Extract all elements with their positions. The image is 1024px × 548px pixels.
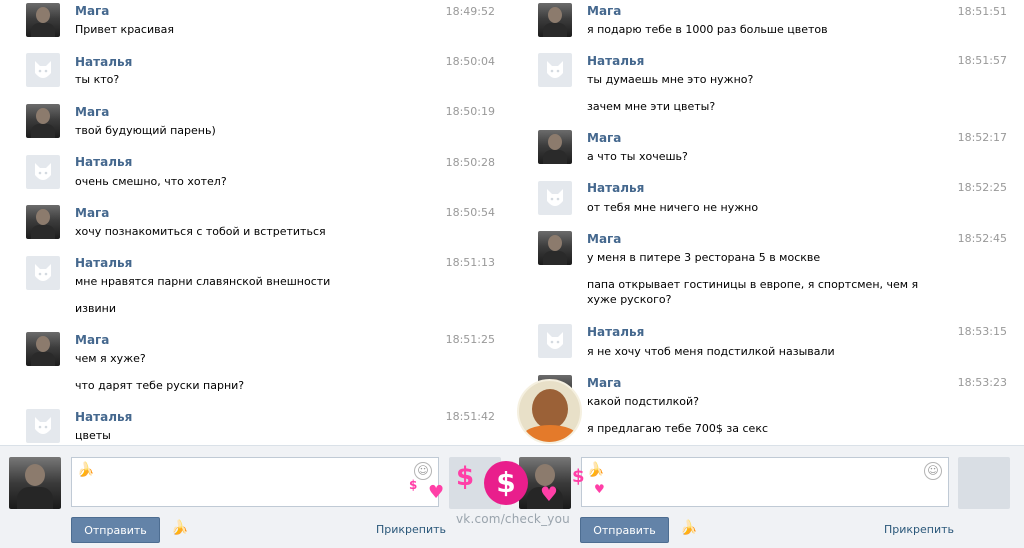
heart-deco-icon: ♥ — [428, 482, 445, 503]
author-name[interactable]: Мага — [587, 4, 621, 18]
banana-icon[interactable]: 🍌 — [171, 520, 188, 536]
dollar-deco-icon: $ — [409, 478, 418, 492]
author-name[interactable]: Мага — [587, 131, 621, 145]
chat-column-right: Мага 18:51:51 я подарю тебе в 1000 раз б… — [512, 0, 1024, 445]
message-text: что дарят тебе руски парни? — [75, 379, 245, 392]
vk-dog-avatar-icon[interactable] — [538, 181, 572, 215]
avatar-maga[interactable] — [26, 205, 60, 239]
vk-dog-avatar-icon[interactable] — [538, 324, 572, 358]
message-text: цветы — [75, 429, 111, 442]
avatar-maga[interactable] — [26, 104, 60, 138]
message-text: я предлагаю тебе 700$ за секс — [587, 422, 769, 435]
message-time: 18:52:25 — [957, 181, 1007, 194]
author-name[interactable]: Наталья — [587, 54, 644, 68]
cartoon-face-sticker — [517, 379, 582, 444]
message-time: 18:52:45 — [957, 232, 1007, 245]
author-name[interactable]: Мага — [75, 105, 109, 119]
author-name[interactable]: Наталья — [75, 256, 132, 270]
banana-icon: 🍌 — [77, 462, 95, 478]
attach-link[interactable]: Прикрепить — [884, 523, 954, 536]
message-text: я не хочу чтоб меня подстилкой называли — [587, 345, 835, 358]
banana-icon: 🍌 — [587, 462, 605, 478]
message-text: от тебя мне ничего не нужно — [587, 201, 759, 214]
message-text: а что ты хочешь? — [587, 150, 688, 163]
message-text: твой будующий парень) — [75, 124, 216, 137]
author-name[interactable]: Наталья — [75, 410, 132, 424]
message-time: 18:53:15 — [957, 325, 1007, 338]
message-time: 18:50:28 — [445, 156, 495, 169]
author-name[interactable]: Мага — [75, 4, 109, 18]
message-text: какой подстилкой? — [587, 395, 699, 408]
message-text: ты кто? — [75, 73, 120, 86]
message-text: мне нравятся парни славянской внешности — [75, 275, 331, 288]
vk-dog-avatar-icon[interactable] — [26, 256, 60, 290]
message-time: 18:51:57 — [957, 54, 1007, 67]
message-time: 18:50:04 — [445, 55, 495, 68]
author-name[interactable]: Наталья — [587, 325, 644, 339]
author-name[interactable]: Наталья — [587, 181, 644, 195]
message-time: 18:53:23 — [957, 376, 1007, 389]
author-name[interactable]: Мага — [75, 206, 109, 220]
message-time: 18:51:25 — [445, 333, 495, 346]
vk-dog-avatar-icon[interactable] — [958, 457, 1010, 509]
vk-dog-avatar-icon[interactable] — [538, 53, 572, 87]
avatar-maga[interactable] — [538, 130, 572, 164]
message-time: 18:50:54 — [445, 206, 495, 219]
message-text: очень смешно, что хотел? — [75, 175, 227, 188]
author-name[interactable]: Мага — [587, 376, 621, 390]
vk-dog-avatar-icon[interactable] — [26, 155, 60, 189]
message-time: 18:49:52 — [445, 5, 495, 18]
watermark: vk.com/check_you — [456, 512, 570, 526]
message-text: чем я хуже? — [75, 352, 146, 365]
message-text: ты думаешь мне это нужно? — [587, 73, 754, 86]
message-text: я подарю тебе в 1000 раз больше цветов — [587, 23, 828, 36]
smiley-icon[interactable]: ☺ — [924, 462, 942, 480]
send-button[interactable]: Отправить — [580, 517, 669, 543]
dollar-sign-icon: $ — [484, 461, 528, 505]
author-name[interactable]: Мага — [75, 333, 109, 347]
message-time: 18:51:42 — [445, 410, 495, 423]
chat-column-left: Мага 18:49:52 Привет красивая Наталья 18… — [0, 0, 513, 445]
message-text: у меня в питере 3 ресторана 5 в москве — [587, 251, 821, 264]
heart-deco-icon: ♥ — [594, 482, 605, 496]
avatar-maga[interactable] — [538, 231, 572, 265]
message-text: зачем мне эти цветы? — [587, 100, 716, 113]
author-name[interactable]: Наталья — [75, 55, 132, 69]
dollar-deco-icon: $ — [456, 462, 475, 492]
send-button[interactable]: Отправить — [71, 517, 160, 543]
message-text: извини — [75, 302, 116, 315]
my-avatar[interactable] — [9, 457, 61, 509]
vk-dog-avatar-icon[interactable] — [26, 53, 60, 87]
vk-dog-avatar-icon[interactable] — [26, 409, 60, 443]
banana-icon[interactable]: 🍌 — [680, 520, 697, 536]
heart-deco-icon: ♥ — [540, 482, 558, 506]
message-time: 18:51:13 — [445, 256, 495, 269]
message-text: хочу познакомиться с тобой и встретиться — [75, 225, 326, 238]
attach-link[interactable]: Прикрепить — [376, 523, 446, 536]
message-time: 18:51:51 — [957, 5, 1007, 18]
message-input[interactable]: 🍌 ☺ — [71, 457, 439, 507]
avatar-maga[interactable] — [538, 3, 572, 37]
author-name[interactable]: Наталья — [75, 155, 132, 169]
message-time: 18:52:17 — [957, 131, 1007, 144]
dollar-deco-icon: $ — [572, 466, 585, 487]
message-input[interactable]: 🍌 ☺ — [581, 457, 949, 507]
avatar-maga[interactable] — [26, 3, 60, 37]
message-time: 18:50:19 — [445, 105, 495, 118]
avatar-maga[interactable] — [26, 332, 60, 366]
message-text: папа открывает гостиницы в европе, я спо… — [587, 278, 919, 306]
author-name[interactable]: Мага — [587, 232, 621, 246]
message-text: Привет красивая — [75, 23, 174, 36]
